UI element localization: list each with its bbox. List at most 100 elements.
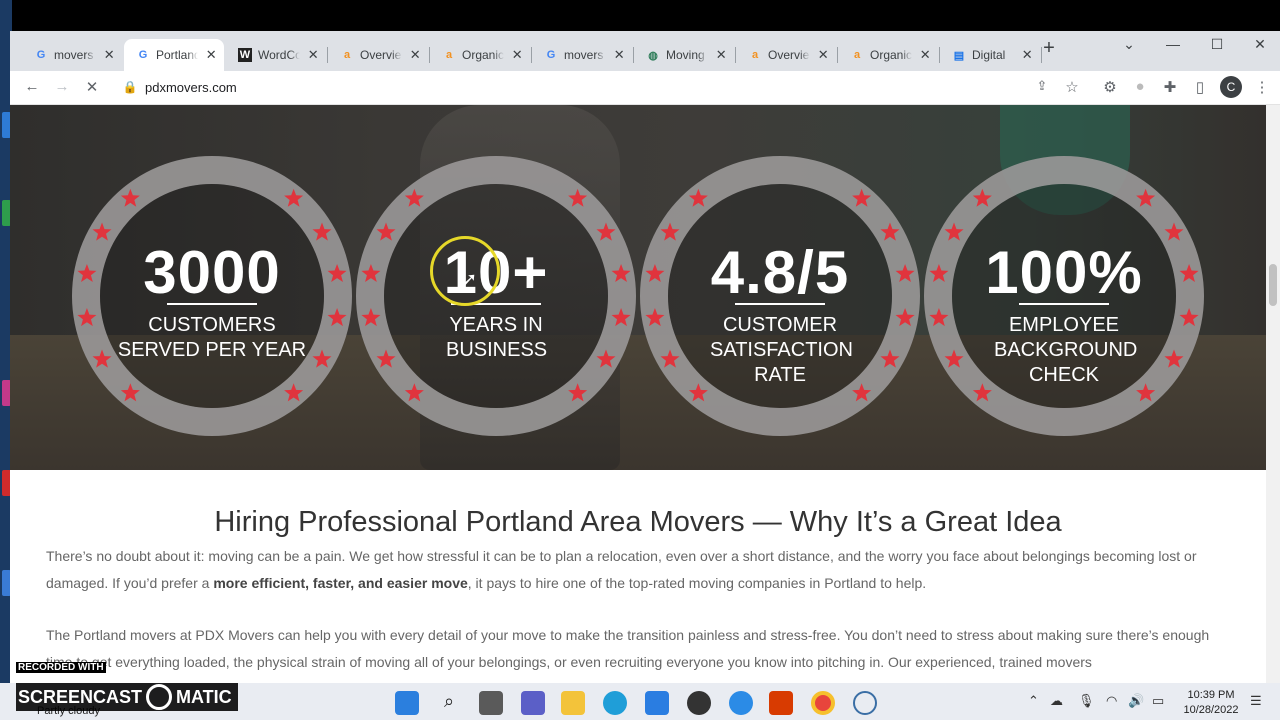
close-tab-icon[interactable]: ✕ xyxy=(306,47,320,63)
stat-customers: 3000 CUSTOMERS SERVED PER YEAR xyxy=(70,154,354,438)
stop-loading-icon[interactable]: ✕ xyxy=(82,78,102,96)
stat-value: 4.8/5 xyxy=(710,239,850,306)
recorded-with-label: RECORDED WITH xyxy=(16,662,106,673)
stat-value: 100% xyxy=(985,239,1143,306)
browser-tab[interactable]: ▤ Digital ✕ xyxy=(940,39,1040,71)
stat-divider xyxy=(167,303,257,305)
tab-title: WordCo xyxy=(258,48,301,62)
extensions-puzzle-icon[interactable]: ✚ xyxy=(1160,78,1180,96)
stat-label: YEARS IN BUSINESS xyxy=(446,314,548,361)
stats-hero: 3000 CUSTOMERS SERVED PER YEAR 10+ YEARS… xyxy=(10,105,1266,470)
notifications-icon[interactable]: ☰ xyxy=(1250,693,1262,709)
stat-background-check: 100% EMPLOYEE BACKGROUND CHECK xyxy=(922,154,1206,438)
volume-icon[interactable]: 🔊 xyxy=(1128,693,1144,709)
browser-tab[interactable]: a Overvie ✕ xyxy=(736,39,836,71)
screencast-watermark: SCREENCAST MATIC xyxy=(16,683,238,711)
browser-tab[interactable]: a Organic ✕ xyxy=(838,39,938,71)
ahrefs-icon: a xyxy=(343,49,351,61)
tray-chevron-icon[interactable]: ⌃ xyxy=(1028,693,1039,709)
browser-tab[interactable]: a Overvie ✕ xyxy=(328,39,428,71)
edge-icon[interactable] xyxy=(603,691,627,715)
system-clock[interactable]: 10:39 PM 10/28/2022 xyxy=(1180,688,1242,718)
watermark-text: MATIC xyxy=(176,686,232,707)
close-tab-icon[interactable]: ✕ xyxy=(102,47,116,63)
search-icon[interactable]: ⌕ xyxy=(437,691,461,715)
stat-satisfaction: 4.8/5 CUSTOMER SATISFACTION RATE xyxy=(638,154,922,438)
tab-title: movers xyxy=(564,48,604,62)
extension-gear-icon[interactable]: ⚙ xyxy=(1100,78,1120,96)
tab-title: movers xyxy=(54,48,94,62)
browser-tab[interactable]: G Portland ✕ xyxy=(124,39,224,71)
google-icon: G xyxy=(36,49,46,61)
tab-search-icon[interactable]: ⌄ xyxy=(1119,36,1139,53)
mouse-pointer-icon: ➚ xyxy=(462,269,478,289)
back-arrow-icon[interactable]: ← xyxy=(22,78,42,95)
new-tab-button[interactable]: + xyxy=(1039,37,1059,60)
close-tab-icon[interactable]: ✕ xyxy=(408,47,422,63)
browser-tab[interactable]: W WordCo ✕ xyxy=(226,39,326,71)
chrome-icon[interactable] xyxy=(811,691,835,715)
ahrefs-icon: a xyxy=(853,49,861,61)
tab-title: Portland xyxy=(156,48,199,62)
browser-toolbar: ← → ✕ 🔒 pdxmovers.com ⇪ ☆ ⚙ ● ✚ ▯ C ⋮ xyxy=(10,71,1280,105)
start-button[interactable] xyxy=(395,691,419,715)
app-icon[interactable] xyxy=(687,691,711,715)
browser-tab[interactable]: Gmovers ✕ xyxy=(532,39,632,71)
maximize-button[interactable]: ☐ xyxy=(1207,36,1227,53)
article-paragraph: There’s no doubt about it: moving can be… xyxy=(46,543,1231,596)
bookmark-star-icon[interactable]: ☆ xyxy=(1062,78,1082,96)
tab-title: Moving xyxy=(666,48,705,62)
article-section: Hiring Professional Portland Area Movers… xyxy=(10,470,1266,683)
browser-window: Gmovers ✕ G Portland ✕ W WordCo ✕ a Overvie ✕ a Orga… xyxy=(10,31,1280,683)
page-scrollbar[interactable] xyxy=(1266,105,1280,683)
onedrive-icon[interactable]: ☁ xyxy=(1050,693,1063,709)
close-tab-icon[interactable]: ✕ xyxy=(612,47,626,63)
stat-label: CUSTOMERS SERVED PER YEAR xyxy=(117,314,307,361)
browser-tab[interactable]: ◍ Moving ✕ xyxy=(634,39,734,71)
page-viewport: 3000 CUSTOMERS SERVED PER YEAR 10+ YEARS… xyxy=(10,105,1266,683)
teams-icon[interactable] xyxy=(521,691,545,715)
close-tab-icon[interactable]: ✕ xyxy=(918,47,932,63)
screencast-app-icon[interactable] xyxy=(853,691,877,715)
profile-avatar[interactable]: C xyxy=(1220,76,1242,98)
microphone-icon[interactable]: 🎙 xyxy=(1078,693,1095,709)
globe-icon: ◍ xyxy=(648,49,658,62)
browser-tab[interactable]: a Organic ✕ xyxy=(430,39,530,71)
extension-k-icon[interactable]: ● xyxy=(1130,78,1150,95)
tab-title: Overvie xyxy=(768,48,810,62)
stat-label: CUSTOMER SATISFACTION RATE xyxy=(710,314,853,386)
share-icon[interactable]: ⇪ xyxy=(1032,78,1052,94)
task-view-icon[interactable] xyxy=(479,691,503,715)
battery-icon[interactable]: ▭ xyxy=(1152,693,1164,709)
app-notification-icon[interactable] xyxy=(729,691,753,715)
file-explorer-icon[interactable] xyxy=(561,691,585,715)
browser-tab[interactable]: Gmovers ✕ xyxy=(22,39,122,71)
article-paragraph: The Portland movers at PDX Movers can he… xyxy=(46,627,1210,670)
wifi-icon[interactable]: ◠ xyxy=(1106,693,1117,709)
google-icon: G xyxy=(138,49,148,61)
article-heading: Hiring Professional Portland Area Movers… xyxy=(214,506,1062,538)
tab-title: Overvie xyxy=(360,48,402,62)
store-icon[interactable] xyxy=(645,691,669,715)
minimize-button[interactable]: — xyxy=(1163,36,1183,52)
office-icon[interactable] xyxy=(769,691,793,715)
menu-kebab-icon[interactable]: ⋮ xyxy=(1252,78,1272,96)
scrollbar-thumb[interactable] xyxy=(1269,264,1277,306)
close-tab-icon[interactable]: ✕ xyxy=(816,47,830,63)
address-bar[interactable]: pdxmovers.com xyxy=(145,80,237,95)
clock-time: 10:39 PM xyxy=(1187,689,1235,701)
stat-value: 3000 xyxy=(143,239,281,306)
close-tab-icon[interactable]: ✕ xyxy=(510,47,524,63)
lock-icon[interactable]: 🔒 xyxy=(120,80,140,94)
stat-divider xyxy=(1019,303,1109,305)
screencast-logo-icon xyxy=(146,684,173,710)
close-tab-icon[interactable]: ✕ xyxy=(204,47,218,63)
close-tab-icon[interactable]: ✕ xyxy=(714,47,728,63)
paragraph-bold-text: more efficient, faster, and easier move xyxy=(213,574,468,591)
forward-arrow-icon[interactable]: → xyxy=(52,78,72,95)
close-window-button[interactable]: ✕ xyxy=(1250,36,1270,53)
close-tab-icon[interactable]: ✕ xyxy=(1020,47,1034,63)
stat-divider xyxy=(735,303,825,305)
tab-title: Organic xyxy=(870,48,913,62)
side-panel-icon[interactable]: ▯ xyxy=(1190,78,1210,96)
